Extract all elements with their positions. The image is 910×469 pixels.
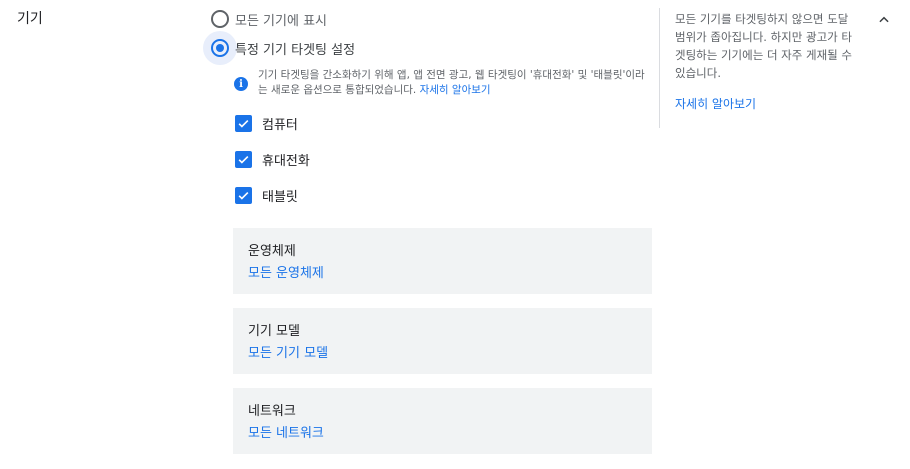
- radio-halo-active: [203, 31, 237, 65]
- panel-network[interactable]: 네트워크 모든 네트워크: [233, 388, 652, 454]
- chevron-up-icon: [879, 16, 889, 23]
- checkbox-label-tablet: 태블릿: [262, 190, 298, 205]
- panel-title-operating-system: 운영체제: [248, 244, 296, 259]
- panel-value-device-model[interactable]: 모든 기기 모델: [248, 342, 328, 361]
- panel-title-network: 네트워크: [248, 404, 296, 419]
- info-icon: i: [234, 77, 248, 91]
- radio-label-specific-devices: 특정 기기 타겟팅 설정: [235, 42, 356, 58]
- panel-device-model[interactable]: 기기 모델 모든 기기 모델: [233, 308, 652, 374]
- panel-operating-system[interactable]: 운영체제 모든 운영체제: [233, 228, 652, 294]
- help-text: 모든 기기를 타겟팅하지 않으면 도달범위가 좁아집니다. 하지만 광고가 타겟…: [675, 12, 852, 80]
- panel-title-device-model: 기기 모델: [248, 324, 300, 339]
- help-divider: [659, 8, 660, 128]
- check-icon: [238, 191, 249, 200]
- checkbox-phone[interactable]: [235, 151, 252, 168]
- check-icon: [238, 119, 249, 128]
- radio-label-all-devices: 모든 기기에 표시: [235, 13, 327, 29]
- radio-button-unchecked[interactable]: [211, 10, 229, 28]
- check-icon: [238, 155, 249, 164]
- checkbox-computer[interactable]: [235, 115, 252, 132]
- checkbox-row-tablet[interactable]: 태블릿: [235, 186, 298, 205]
- info-learn-more-link[interactable]: 자세히 알아보기: [420, 84, 491, 96]
- info-text: 기기 타겟팅을 간소화하기 위해 앱, 앱 전면 광고, 웹 타겟팅이 '휴대전…: [258, 68, 654, 98]
- collapse-button[interactable]: [872, 8, 896, 32]
- checkbox-label-phone: 휴대전화: [262, 154, 310, 169]
- radio-button-checked[interactable]: [211, 39, 229, 57]
- checkbox-tablet[interactable]: [235, 187, 252, 204]
- checkbox-row-phone[interactable]: 휴대전화: [235, 150, 310, 169]
- panel-value-operating-system[interactable]: 모든 운영체제: [248, 262, 324, 281]
- info-note: i 기기 타겟팅을 간소화하기 위해 앱, 앱 전면 광고, 웹 타겟팅이 '휴…: [234, 68, 654, 98]
- checkbox-label-computer: 컴퓨터: [262, 118, 298, 133]
- panel-value-network[interactable]: 모든 네트워크: [248, 422, 324, 441]
- section-title: 기기: [17, 11, 43, 27]
- help-learn-more-link[interactable]: 자세히 알아보기: [675, 95, 756, 112]
- radio-specific-devices[interactable]: 특정 기기 타겟팅 설정: [203, 31, 355, 65]
- checkbox-row-computer[interactable]: 컴퓨터: [235, 114, 298, 133]
